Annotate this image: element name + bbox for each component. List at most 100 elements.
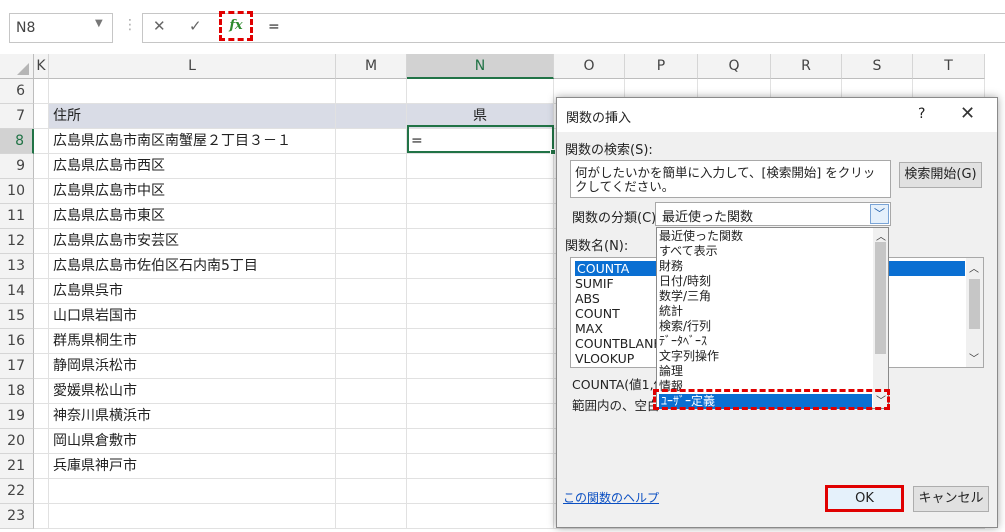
function-list-item[interactable]: VLOOKUP [575,351,634,366]
prefecture-cell[interactable] [407,79,554,104]
address-cell[interactable]: 兵庫県神戸市 [49,454,336,479]
row-header[interactable]: 7 [0,104,34,129]
empty-cell[interactable] [336,104,407,129]
empty-cell[interactable] [34,179,49,204]
chevron-down-icon[interactable]: ﹀ [870,204,889,224]
column-header-o[interactable]: O [554,54,625,79]
function-help-link[interactable]: この関数のヘルプ [563,489,659,506]
address-cell[interactable]: 岡山県倉敷市 [49,429,336,454]
row-header[interactable]: 19 [0,404,34,429]
empty-cell[interactable] [34,354,49,379]
empty-cell[interactable] [336,404,407,429]
empty-cell[interactable] [336,379,407,404]
prefecture-cell[interactable] [407,154,554,179]
empty-cell[interactable] [34,304,49,329]
address-cell[interactable] [49,79,336,104]
empty-cell[interactable] [336,304,407,329]
empty-cell[interactable] [336,354,407,379]
address-cell[interactable] [49,504,336,529]
empty-cell[interactable] [336,429,407,454]
name-box-dropdown-icon[interactable]: ▼ [95,18,103,29]
empty-cell[interactable] [34,79,49,104]
address-cell[interactable]: 広島県広島市南区南蟹屋２丁目３－１ [49,129,336,154]
prefecture-cell[interactable] [407,229,554,254]
select-all-corner[interactable] [0,54,34,79]
prefecture-cell[interactable] [407,479,554,504]
cancel-button[interactable]: キャンセル [913,486,989,512]
column-header-q[interactable]: Q [698,54,771,79]
function-list-item[interactable]: COUNT [575,306,620,321]
function-list-item[interactable]: SUMIF [575,276,614,291]
empty-cell[interactable] [336,279,407,304]
empty-cell[interactable] [336,504,407,529]
address-cell[interactable]: 神奈川県横浜市 [49,404,336,429]
row-header[interactable]: 8 [0,129,34,154]
row-header[interactable]: 9 [0,154,34,179]
function-list-item[interactable]: MAX [575,321,603,336]
function-search-input[interactable]: 何がしたいかを簡単に入力して、[検索開始] をクリックしてください。 [570,160,891,198]
prefecture-cell[interactable] [407,204,554,229]
empty-cell[interactable] [336,454,407,479]
category-option[interactable]: 統計 [659,304,683,319]
empty-cell[interactable] [34,479,49,504]
empty-cell[interactable] [34,454,49,479]
cancel-entry-icon[interactable]: ✕ [153,17,166,35]
row-header[interactable]: 14 [0,279,34,304]
row-header[interactable]: 11 [0,204,34,229]
address-cell[interactable]: 広島県広島市佐伯区石内南5丁目 [49,254,336,279]
ok-button[interactable]: OK [825,485,904,512]
address-cell[interactable]: 愛媛県松山市 [49,379,336,404]
row-header[interactable]: 12 [0,229,34,254]
empty-cell[interactable] [336,154,407,179]
empty-cell[interactable] [336,479,407,504]
category-option[interactable]: 日付/時刻 [659,274,711,289]
empty-cell[interactable] [336,179,407,204]
address-cell[interactable]: 静岡県浜松市 [49,354,336,379]
function-list-item[interactable]: ABS [575,291,600,306]
function-list-scrollbar[interactable]: ︿ ﹀ [966,258,983,367]
prefecture-cell[interactable] [407,504,554,529]
empty-cell[interactable] [336,254,407,279]
dropdown-scroll-thumb[interactable] [875,242,886,354]
category-option[interactable]: すべて表示 [659,244,718,259]
prefecture-cell[interactable] [407,354,554,379]
prefecture-cell[interactable] [407,179,554,204]
column-header-m[interactable]: M [336,54,407,79]
empty-cell[interactable] [336,204,407,229]
address-cell[interactable]: 広島県広島市西区 [49,154,336,179]
category-option[interactable]: ﾃﾞｰﾀﾍﾞｰｽ [659,334,707,349]
prefecture-cell[interactable] [407,404,554,429]
prefecture-cell[interactable] [407,379,554,404]
row-header[interactable]: 6 [0,79,34,104]
address-cell[interactable]: 山口県岩国市 [49,304,336,329]
column-header-l[interactable]: L [49,54,336,79]
prefecture-cell[interactable] [407,254,554,279]
empty-cell[interactable] [336,229,407,254]
empty-cell[interactable] [34,229,49,254]
empty-cell[interactable] [34,404,49,429]
dropdown-scroll-up-icon[interactable]: ︿ [876,228,886,243]
empty-cell[interactable] [34,329,49,354]
close-icon[interactable]: ✕ [960,103,975,124]
category-option[interactable]: 最近使った関数 [659,229,743,244]
prefecture-cell[interactable] [407,454,554,479]
scroll-up-icon[interactable]: ︿ [969,260,979,275]
category-select[interactable]: 最近使った関数 [655,202,891,226]
empty-cell[interactable] [34,154,49,179]
prefecture-cell[interactable] [407,304,554,329]
prefecture-cell[interactable] [407,429,554,454]
row-header[interactable]: 22 [0,479,34,504]
empty-cell[interactable] [34,129,49,154]
empty-cell[interactable] [336,79,407,104]
row-header[interactable]: 20 [0,429,34,454]
row-header[interactable]: 13 [0,254,34,279]
address-cell[interactable]: 広島県呉市 [49,279,336,304]
empty-cell[interactable] [34,429,49,454]
row-header[interactable]: 21 [0,454,34,479]
empty-cell[interactable] [34,104,49,129]
category-option[interactable]: 検索/行列 [659,319,711,334]
empty-cell[interactable] [336,329,407,354]
row-header[interactable]: 23 [0,504,34,529]
column-header-r[interactable]: R [771,54,842,79]
column-header-k[interactable]: K [34,54,49,79]
